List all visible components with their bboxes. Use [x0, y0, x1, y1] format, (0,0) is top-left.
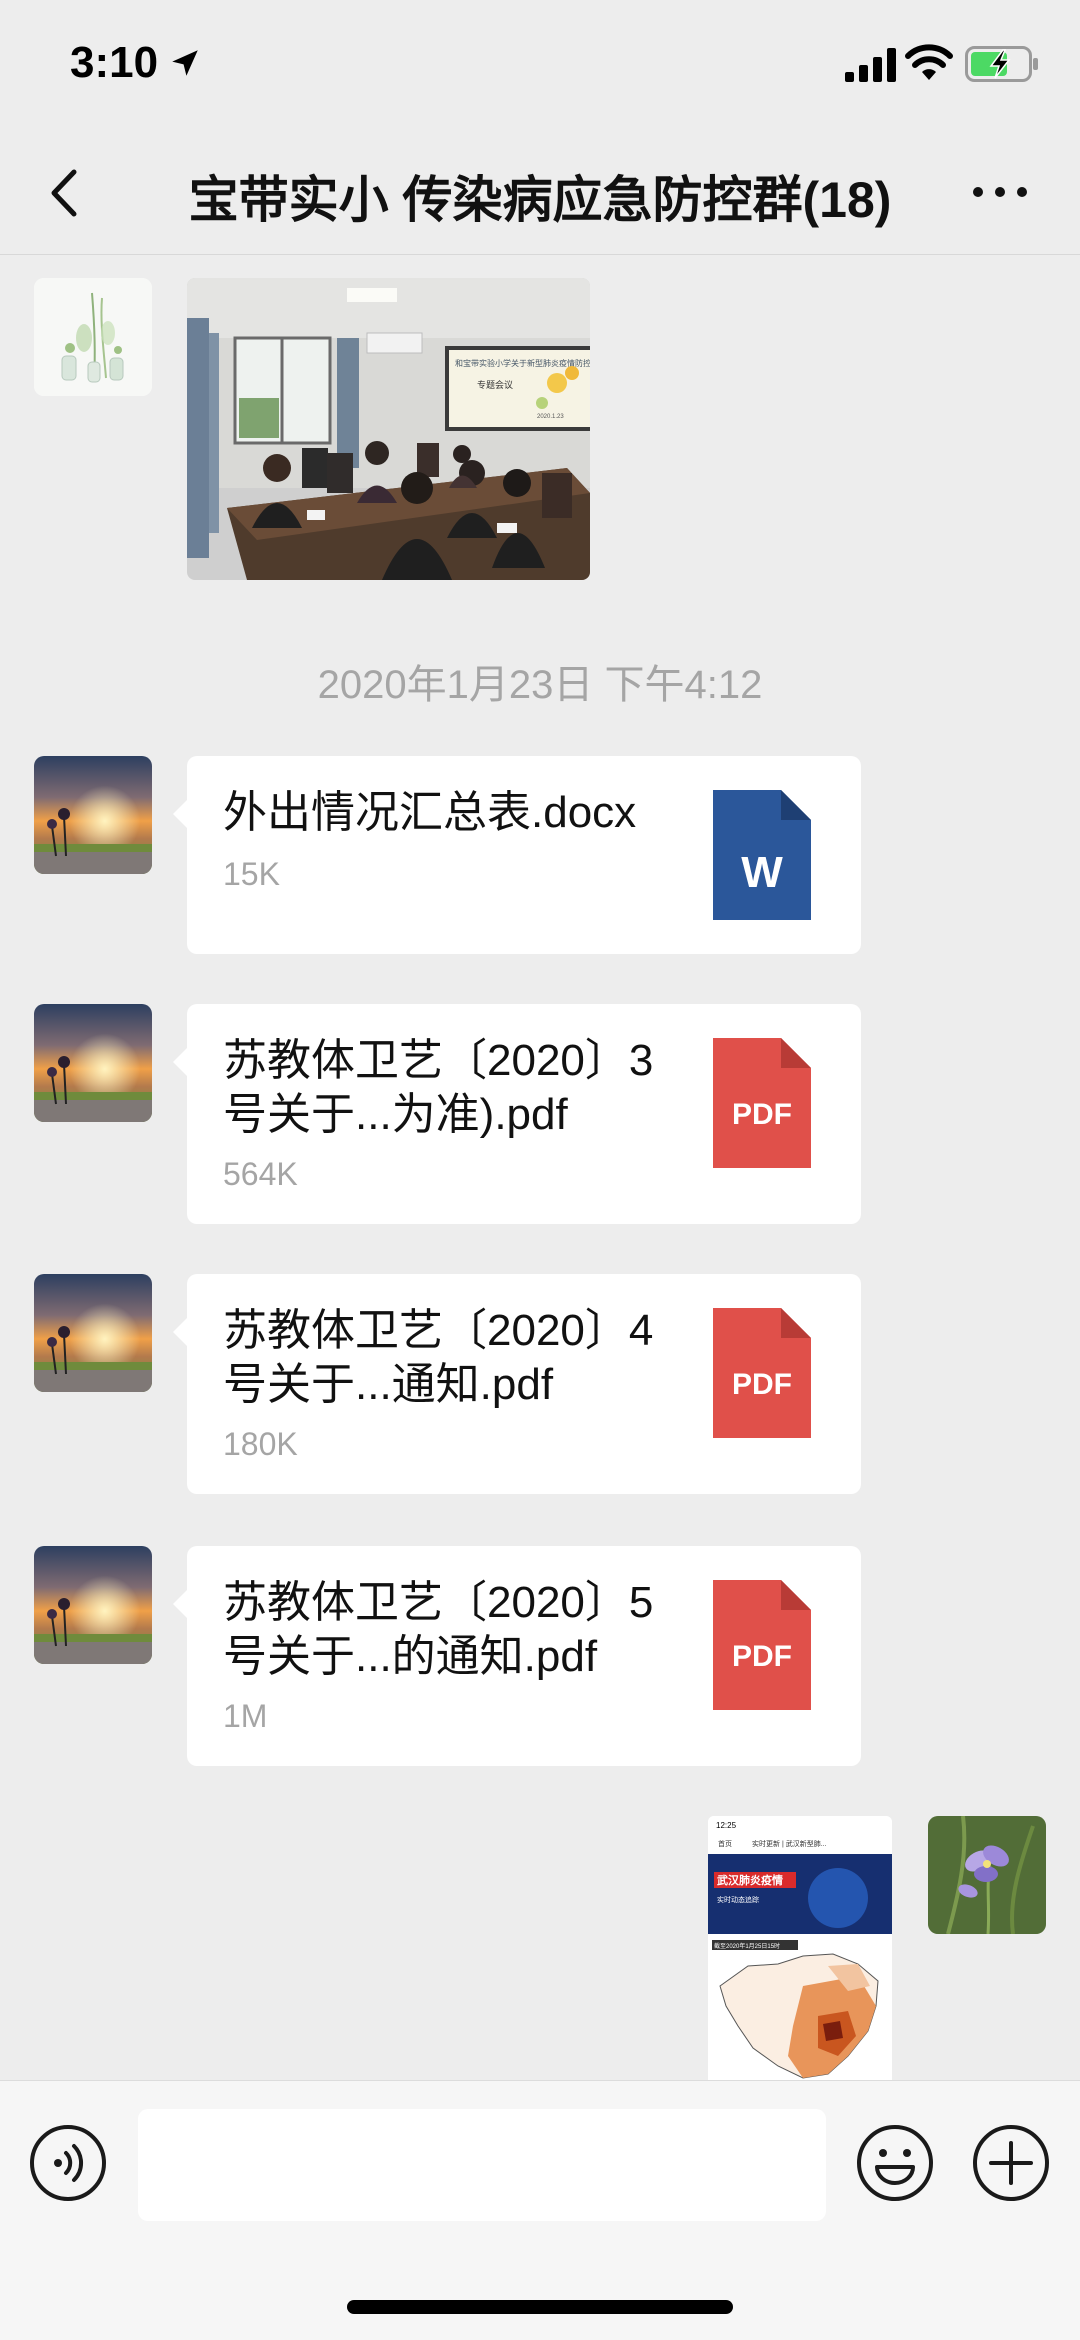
file-size: 1M — [223, 1698, 268, 1734]
svg-text:首页: 首页 — [718, 1839, 732, 1848]
chat-title: 宝带实小 传染病应急防控群(18) — [188, 172, 892, 228]
pdf-file-icon: PDF — [713, 1580, 811, 1710]
avatar[interactable] — [34, 1546, 152, 1664]
svg-text:2020.1.23: 2020.1.23 — [537, 414, 564, 420]
projection-screen: 和宝带实验小学关于新型肺炎疫情防控工作 专题会议 2020.1.23 — [445, 346, 590, 431]
svg-text:12:25: 12:25 — [716, 1821, 737, 1830]
chat-header: 宝带实小 传染病应急防控群(18) — [0, 130, 1080, 255]
plant-vase-avatar-image — [34, 278, 152, 396]
file-name: 苏教体卫艺〔2020〕3号关于...为准).pdf — [223, 1036, 654, 1139]
purple-iris-avatar-image — [928, 1816, 1046, 1934]
sunset-flowers-avatar-image — [34, 1274, 152, 1392]
file-size: 180K — [223, 1426, 298, 1462]
file-size: 15K — [223, 856, 280, 892]
file-name: 外出情况汇总表.docx — [223, 788, 637, 837]
screenshot-image-message[interactable]: 12:25 首页 实时更新 | 武汉新型肺... 武汉肺炎疫情 实时动态追踪 截… — [708, 1816, 892, 2080]
sunset-flowers-avatar-image — [34, 1004, 152, 1122]
chat-timestamp: 2020年1月23日 下午4:12 — [317, 663, 763, 707]
message-input[interactable] — [138, 2109, 826, 2221]
file-type-label: W — [741, 848, 783, 897]
location-arrow-icon — [172, 50, 198, 76]
home-indicator[interactable] — [347, 2300, 733, 2314]
meeting-room-photo: 和宝带实验小学关于新型肺炎疫情防控工作 专题会议 2020.1.23 — [187, 278, 590, 580]
voice-input-icon[interactable] — [28, 2123, 108, 2203]
more-options-icon[interactable] — [970, 180, 1030, 204]
sunset-flowers-avatar-image — [34, 756, 152, 874]
file-message[interactable]: 苏教体卫艺〔2020〕4号关于...通知.pdf 180K PDF — [173, 1274, 861, 1494]
meeting-photo-message[interactable]: 和宝带实验小学关于新型肺炎疫情防控工作 专题会议 2020.1.23 — [187, 278, 590, 580]
file-type-label: PDF — [732, 1640, 792, 1673]
file-name: 苏教体卫艺〔2020〕4号关于...通知.pdf — [223, 1306, 654, 1409]
pdf-file-icon: PDF — [713, 1308, 811, 1438]
sunset-flowers-avatar-image — [34, 1546, 152, 1664]
status-time: 3:10 — [70, 38, 159, 87]
file-message[interactable]: 苏教体卫艺〔2020〕3号关于...为准).pdf 564K PDF — [173, 1004, 861, 1224]
file-name: 苏教体卫艺〔2020〕5号关于...的通知.pdf — [223, 1578, 654, 1681]
back-chevron-icon[interactable] — [40, 158, 90, 228]
emoji-icon[interactable] — [855, 2123, 935, 2203]
file-message[interactable]: 苏教体卫艺〔2020〕5号关于...的通知.pdf 1M PDF — [173, 1546, 861, 1766]
pdf-file-icon: PDF — [713, 1038, 811, 1168]
svg-text:截至2020年1月25日15时: 截至2020年1月25日15时 — [714, 1942, 780, 1950]
file-type-label: PDF — [732, 1098, 792, 1131]
svg-text:专题会议: 专题会议 — [477, 379, 513, 390]
file-type-label: PDF — [732, 1368, 792, 1401]
svg-text:实时动态追踪: 实时动态追踪 — [717, 1895, 759, 1904]
avatar[interactable] — [34, 756, 152, 874]
avatar[interactable] — [34, 1274, 152, 1392]
plus-icon[interactable] — [971, 2123, 1051, 2203]
file-size: 564K — [223, 1156, 298, 1192]
avatar[interactable] — [34, 278, 152, 396]
word-file-icon: W — [713, 790, 811, 920]
file-message[interactable]: 外出情况汇总表.docx 15K W — [173, 756, 861, 954]
svg-text:武汉肺炎疫情: 武汉肺炎疫情 — [717, 1873, 783, 1887]
svg-text:实时更新 | 武汉新型肺...: 实时更新 | 武汉新型肺... — [752, 1839, 827, 1848]
avatar[interactable] — [34, 1004, 152, 1122]
my-avatar[interactable] — [928, 1816, 1046, 1934]
battery-charging-icon — [965, 46, 1038, 82]
status-bar: 3:10 — [0, 0, 1080, 130]
epidemic-map-screenshot: 12:25 首页 实时更新 | 武汉新型肺... 武汉肺炎疫情 实时动态追踪 截… — [708, 1816, 892, 2080]
wifi-icon — [905, 44, 953, 80]
cellular-signal-icon — [845, 48, 896, 82]
